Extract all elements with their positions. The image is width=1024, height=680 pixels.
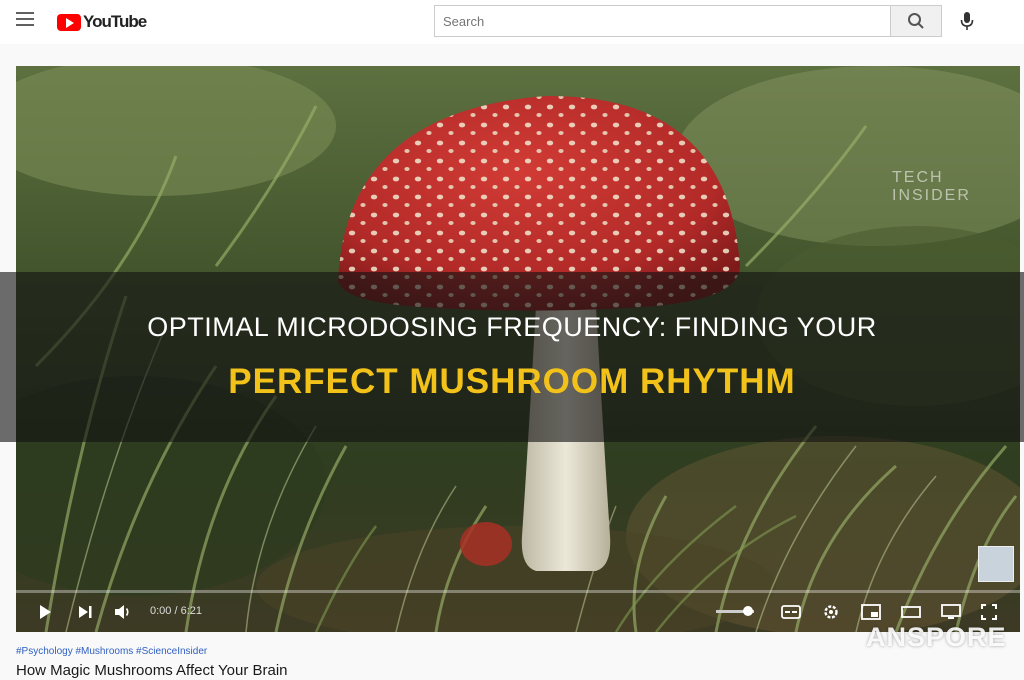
screenshot-root: YouTube Search TECH INSIDER 0:00 / 6:21 … [0,0,1024,680]
theater-mode-button[interactable] [900,601,922,623]
play-logo-icon [57,13,81,31]
voice-search-button[interactable] [956,10,978,32]
time-display: 0:00 / 6:21 [150,605,202,617]
play-icon [40,605,51,619]
fullscreen-button[interactable] [978,601,1000,623]
watermark-line1: TECH [892,169,944,186]
miniplayer-button[interactable] [860,601,882,623]
next-button[interactable] [74,601,96,623]
miniplayer-icon [861,604,881,620]
volume-slider-knob[interactable] [743,606,754,616]
site-watermark: ANSPORE [866,622,1007,652]
watermark-line2: INSIDER [892,187,971,204]
mute-button[interactable] [112,601,134,623]
cast-button[interactable] [940,601,962,623]
search-box [434,5,906,37]
theater-icon [901,606,921,618]
fullscreen-icon [981,604,997,620]
search-button[interactable] [890,5,942,37]
hashtag-links[interactable]: #Psychology #Mushrooms #ScienceInsider [16,646,207,657]
youtube-logo[interactable]: YouTube [57,12,147,32]
gear-icon [824,605,838,619]
logo-text: YouTube [83,12,147,31]
cast-icon [941,604,961,619]
search-icon [908,13,924,29]
overlay-headline-line2: PERFECT MUSHROOM RHYTHM [228,362,796,401]
video-title: How Magic Mushrooms Affect Your Brain [16,662,288,679]
skip-next-icon [79,606,92,618]
subtitles-button[interactable] [780,601,802,623]
title-overlay-banner [0,272,1024,442]
volume-icon [115,605,129,619]
settings-button[interactable] [820,601,842,623]
search-input[interactable] [435,6,906,36]
microphone-icon [960,12,974,30]
top-bar: YouTube [0,0,1024,44]
progress-bar[interactable] [16,590,1020,593]
hamburger-menu-icon[interactable] [16,12,34,28]
subtitles-icon [781,605,801,619]
channel-watermark: TECH INSIDER [892,169,971,205]
endcard-thumbnail[interactable] [978,546,1014,582]
play-button[interactable] [34,601,56,623]
overlay-headline-line1: OPTIMAL MICRODOSING FREQUENCY: FINDING Y… [147,312,877,342]
